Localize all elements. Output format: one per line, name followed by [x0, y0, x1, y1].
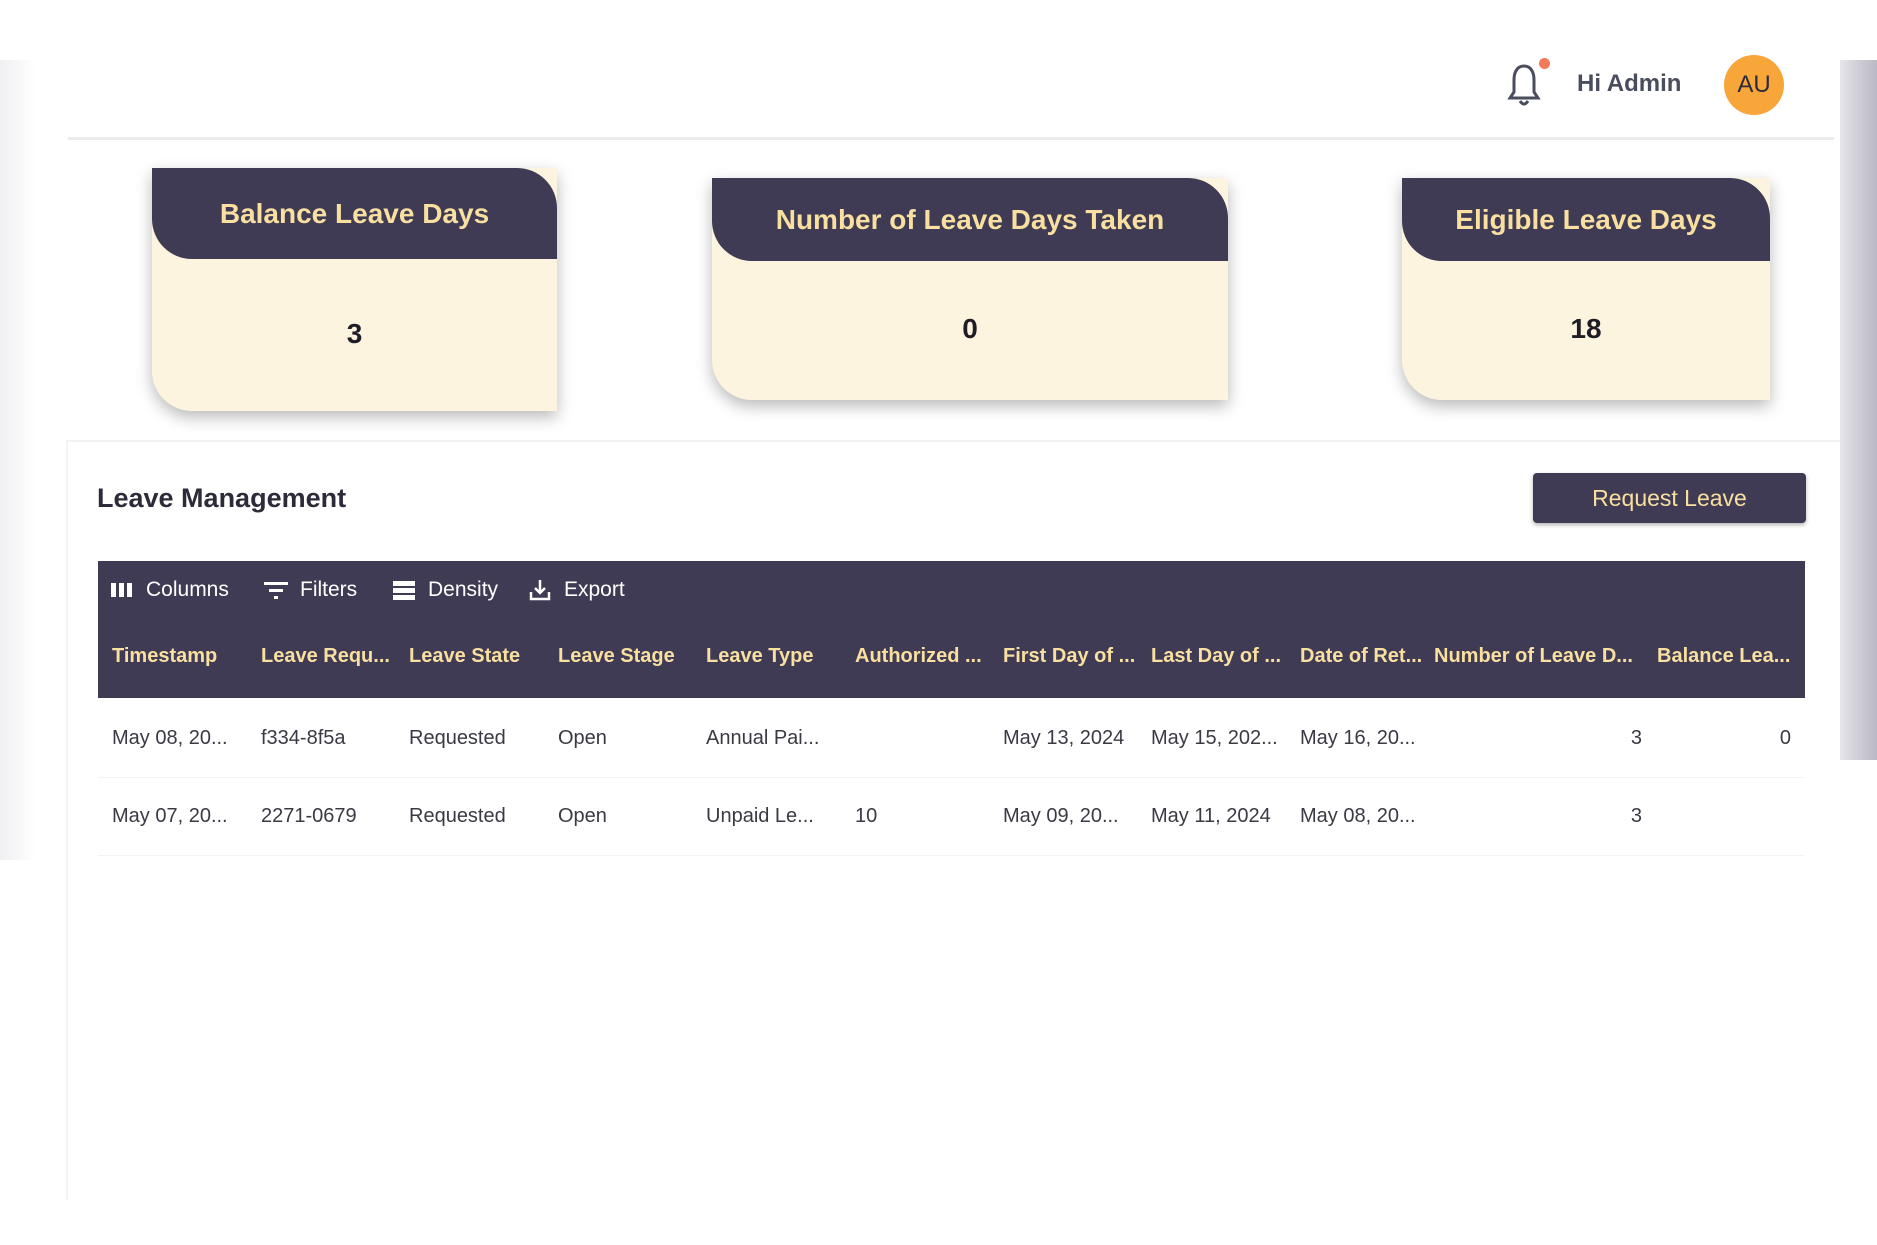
- table-cell: f334-8f5a: [261, 727, 346, 749]
- table-cell: May 13, 2024: [1003, 727, 1125, 749]
- card-balance-leave-days: Balance Leave Days 3: [152, 168, 557, 411]
- avatar[interactable]: AU: [1724, 55, 1784, 115]
- table-cell: May 16, 20...: [1300, 727, 1416, 749]
- background-edge-right: [1840, 60, 1877, 760]
- bell-icon[interactable]: [1505, 62, 1543, 108]
- density-label: Density: [428, 578, 499, 601]
- table-cell: Annual Pai...: [706, 727, 820, 749]
- card-value: 18: [1570, 313, 1602, 344]
- background-edge-left: [0, 60, 36, 860]
- table-cell: Requested: [409, 805, 506, 827]
- export-label: Export: [564, 578, 625, 601]
- table-cell: May 07, 20...: [112, 805, 228, 827]
- column-header-timestamp[interactable]: Timestamp: [112, 645, 217, 668]
- density-button[interactable]: Density: [392, 578, 498, 602]
- card-title: Eligible Leave Days: [1402, 178, 1770, 261]
- column-header-first-day[interactable]: First Day of ...: [1003, 645, 1135, 668]
- columns-icon: [111, 583, 132, 597]
- table-cell: 2271-0679: [261, 805, 357, 827]
- table-cell: May 09, 20...: [1003, 805, 1119, 827]
- export-button[interactable]: Export: [528, 578, 625, 602]
- table-cell: Open: [558, 727, 607, 749]
- request-leave-button[interactable]: Request Leave: [1533, 473, 1806, 523]
- greeting-text: Hi Admin: [1577, 70, 1682, 97]
- column-header-balance-leave[interactable]: Balance Lea...: [1657, 645, 1790, 668]
- card-eligible-leave-days: Eligible Leave Days 18: [1402, 178, 1770, 400]
- table-cell: 3: [1630, 727, 1642, 749]
- page-title: Leave Management: [97, 483, 347, 513]
- table-row[interactable]: [98, 700, 1805, 778]
- column-header-leave-stage[interactable]: Leave Stage: [558, 645, 675, 668]
- card-value: 3: [346, 318, 363, 349]
- column-header-number-of-leave-days[interactable]: Number of Leave D...: [1434, 645, 1633, 668]
- column-header-leave-request[interactable]: Leave Requ...: [261, 645, 390, 668]
- card-leave-days-taken: Number of Leave Days Taken 0: [712, 178, 1228, 400]
- card-title: Balance Leave Days: [152, 168, 557, 259]
- top-bar-divider: [68, 137, 1834, 140]
- table-cell: 3: [1630, 805, 1642, 827]
- download-icon: [529, 580, 551, 601]
- column-header-leave-type[interactable]: Leave Type: [706, 645, 813, 668]
- columns-label: Columns: [146, 578, 229, 601]
- table-cell: May 08, 20...: [1300, 805, 1416, 827]
- density-icon: [393, 581, 415, 600]
- table-cell: May 15, 202...: [1151, 727, 1278, 749]
- filters-button[interactable]: Filters: [264, 578, 357, 602]
- column-header-last-day[interactable]: Last Day of ...: [1151, 645, 1281, 668]
- filter-icon: [264, 582, 288, 599]
- card-value: 0: [962, 313, 978, 344]
- table-cell: Unpaid Le...: [706, 805, 814, 827]
- table-cell: 0: [1779, 727, 1791, 749]
- column-header-date-of-return[interactable]: Date of Ret...: [1300, 645, 1422, 668]
- top-bar: [36, 56, 1840, 140]
- table-cell: Open: [558, 805, 607, 827]
- column-header-authorized[interactable]: Authorized ...: [855, 645, 982, 668]
- table-cell: Requested: [409, 727, 506, 749]
- column-header-leave-state[interactable]: Leave State: [409, 645, 520, 668]
- columns-button[interactable]: Columns: [110, 578, 229, 602]
- notification-dot: [1539, 58, 1550, 69]
- table-cell: 10: [855, 805, 878, 827]
- table-cell: May 11, 2024: [1151, 805, 1271, 827]
- filters-label: Filters: [300, 578, 358, 601]
- card-title: Number of Leave Days Taken: [712, 178, 1228, 261]
- table-cell: May 08, 20...: [112, 727, 228, 749]
